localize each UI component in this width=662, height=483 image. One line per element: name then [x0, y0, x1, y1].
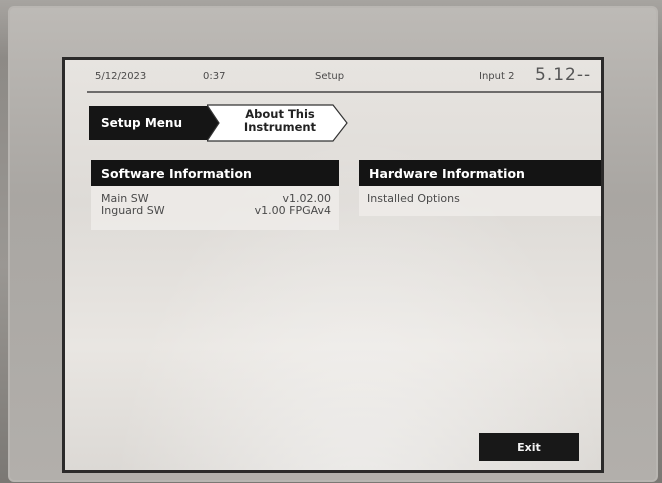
hardware-info-title: Hardware Information [369, 165, 525, 181]
status-input-label: Input 2 [479, 71, 515, 82]
software-row: Main SW v1.02.00 [101, 192, 331, 205]
software-info-title: Software Information [101, 165, 252, 181]
status-reading-value: 5.12-- [535, 65, 592, 85]
software-info-header: Software Information [91, 160, 339, 186]
status-divider [87, 91, 601, 93]
software-row-value: v1.00 FPGAv4 [254, 204, 331, 217]
hardware-info-header: Hardware Information [359, 160, 601, 186]
software-row: Inguard SW v1.00 FPGAv4 [101, 204, 331, 217]
instrument-screen: 5/12/2023 0:37 Setup Input 2 5.12-- mV S… [62, 57, 604, 473]
status-time: 0:37 [203, 71, 226, 82]
software-info-panel: Main SW v1.02.00 Inguard SW v1.00 FPGAv4 [91, 186, 339, 230]
exit-button-label: Exit [517, 440, 541, 454]
breadcrumb-setup-menu[interactable]: Setup Menu [89, 106, 219, 140]
breadcrumb-setup-menu-label: Setup Menu [101, 116, 182, 130]
exit-button[interactable]: Exit [479, 433, 579, 461]
installed-options-label: Installed Options [367, 192, 460, 205]
status-mode: Setup [315, 71, 345, 82]
breadcrumb-about-instrument[interactable]: About This Instrument [207, 104, 349, 142]
software-row-label: Inguard SW [101, 204, 165, 217]
hardware-info-panel: Installed Options [359, 186, 601, 216]
status-bar: 5/12/2023 0:37 Setup Input 2 5.12-- mV [65, 60, 601, 93]
breadcrumb-about-label: About This Instrument [225, 108, 335, 134]
status-date: 5/12/2023 [95, 71, 147, 82]
breadcrumb-about-line2: Instrument [243, 120, 317, 134]
